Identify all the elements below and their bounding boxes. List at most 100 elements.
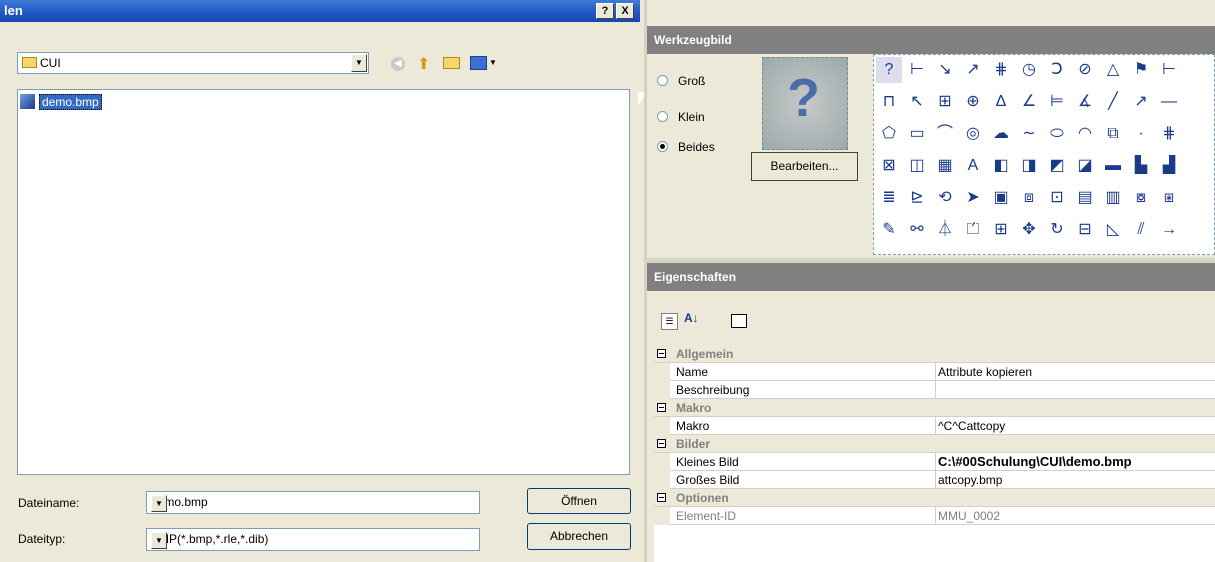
property-row[interactable]: Element-ID MMU_0002 (654, 507, 1215, 525)
arc-length-icon[interactable]: ↗ (960, 57, 986, 83)
dimension-update-icon[interactable]: ⊨ (1044, 89, 1070, 115)
property-value[interactable]: Attribute kopieren (938, 365, 1032, 379)
file-list[interactable]: demo.bmp (17, 89, 630, 475)
point-icon[interactable]: · (1128, 121, 1154, 147)
send-under-icon[interactable]: ◪ (1072, 153, 1098, 179)
sync-attributes-icon[interactable]: ⧇ (1128, 185, 1154, 211)
arc-icon[interactable]: ⌒ (932, 121, 958, 147)
mtext-icon[interactable]: A (960, 153, 986, 179)
linear-dimension-icon[interactable]: ⊢ (904, 57, 930, 83)
collapse-icon[interactable] (657, 493, 666, 502)
gradient-icon[interactable]: ⊠ (876, 153, 902, 179)
define-attribute-icon[interactable]: ⊡ (1044, 185, 1070, 211)
collapse-icon[interactable] (657, 439, 666, 448)
help-button[interactable]: ? (596, 3, 614, 19)
angular-icon[interactable]: △ (1100, 57, 1126, 83)
move-icon[interactable]: ✥ (1016, 217, 1042, 243)
diameter-icon[interactable]: ⊘ (1072, 57, 1098, 83)
leaders-front-icon[interactable]: ▟ (1156, 153, 1182, 179)
categorized-icon[interactable]: ☰ (661, 313, 678, 330)
draw-order-front-icon[interactable]: ◧ (988, 153, 1014, 179)
dimension-style-icon[interactable]: ∡ (1072, 89, 1098, 115)
property-row[interactable]: Großes Bild attcopy.bmp (654, 471, 1215, 489)
view-menu-chevron-icon[interactable]: ▼ (489, 58, 497, 67)
rectangle-icon[interactable]: ▭ (904, 121, 930, 147)
up-folder-icon[interactable]: ⬆ (417, 54, 430, 74)
table-icon[interactable]: ▦ (932, 153, 958, 179)
chevron-down-icon[interactable]: ▼ (151, 532, 167, 549)
insert-block-icon[interactable]: ⧉ (1100, 121, 1126, 147)
baseline-icon[interactable]: ⊢ (1156, 57, 1182, 83)
lookin-combo[interactable]: CUI ▼ (17, 52, 369, 74)
collapse-icon[interactable] (657, 349, 666, 358)
ordinate-icon[interactable]: ⋕ (988, 57, 1014, 83)
icon-grid[interactable]: ? ⊢ ↘ ↗ ⋕ ◷ Ↄ ⊘ △ ⚑ ⊢ ⊓ ↖ ⊞ ⊕ Δ ∠ ⊨ ∡ ╱ … (873, 54, 1215, 255)
category-bilder[interactable]: Bilder (654, 435, 1215, 453)
collapse-icon[interactable] (657, 403, 666, 412)
question-icon[interactable]: ? (876, 57, 902, 83)
polygon-icon[interactable]: ⬠ (876, 121, 902, 147)
dimension-edit-icon[interactable]: Δ (988, 89, 1014, 115)
category-allgemein[interactable]: Allgemein (654, 345, 1215, 363)
radio-small[interactable] (657, 111, 668, 122)
spline-icon[interactable]: ∼ (1016, 121, 1042, 147)
property-value[interactable]: attcopy.bmp (938, 473, 1002, 487)
extract-data-icon[interactable]: ⧆ (1156, 185, 1182, 211)
dims-front-icon[interactable]: ▙ (1128, 153, 1154, 179)
line-icon[interactable]: ╱ (1100, 89, 1126, 115)
property-row[interactable]: Kleines Bild C:\#00Schulung\CUI\demo.bmp (654, 453, 1215, 471)
attribute-manager-icon[interactable]: ▥ (1100, 185, 1126, 211)
layer-previous-icon[interactable]: ➤ (960, 185, 986, 211)
property-value[interactable]: C:\#00Schulung\CUI\demo.bmp (938, 454, 1132, 469)
close-button[interactable]: X (616, 3, 634, 19)
erase-icon[interactable]: ✎ (876, 217, 902, 243)
draw-order-back-icon[interactable]: ◨ (1016, 153, 1042, 179)
open-button[interactable]: Öffnen (527, 488, 631, 514)
quick-dimension-icon[interactable]: ⚑ (1128, 57, 1154, 83)
back-icon[interactable]: ◀ (391, 57, 405, 71)
category-makro[interactable]: Makro (654, 399, 1215, 417)
chevron-down-icon[interactable]: ▼ (151, 495, 167, 512)
ray-icon[interactable]: ↗ (1128, 89, 1154, 115)
scale-icon[interactable]: ⊟ (1072, 217, 1098, 243)
leader-icon[interactable]: ↖ (904, 89, 930, 115)
continue-icon[interactable]: ⊓ (876, 89, 902, 115)
xline-icon[interactable]: — (1156, 89, 1182, 115)
radio-both[interactable] (657, 141, 668, 152)
chevron-down-icon[interactable]: ▼ (351, 54, 367, 72)
mirror-icon[interactable]: ⏃ (932, 217, 958, 243)
aligned-dimension-icon[interactable]: ↘ (932, 57, 958, 83)
circle-icon[interactable]: ◎ (960, 121, 986, 147)
filetype-select[interactable]: BMP(*.bmp,*.rle,*.dib) ▼ (146, 528, 480, 551)
property-row[interactable]: Makro ^C^Cattcopy (654, 417, 1215, 435)
layer-match-icon[interactable]: ⟲ (932, 185, 958, 211)
radio-large[interactable] (657, 75, 668, 86)
layer-icon[interactable]: ≣ (876, 185, 902, 211)
copy-icon[interactable]: ⚯ (904, 217, 930, 243)
ellipse-arc-icon[interactable]: ◠ (1072, 121, 1098, 147)
property-pages-icon[interactable] (731, 314, 747, 328)
region-icon[interactable]: ◫ (904, 153, 930, 179)
write-block-icon[interactable]: ⧈ (1016, 185, 1042, 211)
offset-icon[interactable]: ⏍ (960, 217, 986, 243)
cancel-button[interactable]: Abbrechen (527, 523, 631, 550)
array-icon[interactable]: ⊞ (988, 217, 1014, 243)
dimension-text-edit-icon[interactable]: ∠ (1016, 89, 1042, 115)
view-menu-icon[interactable] (470, 56, 487, 70)
edit-attribute-icon[interactable]: ▤ (1072, 185, 1098, 211)
tolerance-icon[interactable]: ⊞ (932, 89, 958, 115)
text-front-icon[interactable]: ▬ (1100, 153, 1126, 179)
ellipse-icon[interactable]: ⬭ (1044, 121, 1070, 147)
jogged-icon[interactable]: Ↄ (1044, 57, 1070, 83)
stretch-icon[interactable]: ◺ (1100, 217, 1126, 243)
property-value[interactable]: ^C^Cattcopy (938, 419, 1005, 433)
bring-above-icon[interactable]: ◩ (1044, 153, 1070, 179)
extend-icon[interactable]: → (1156, 217, 1182, 243)
rotate-icon[interactable]: ↻ (1044, 217, 1070, 243)
hatch-icon[interactable]: ⋕ (1156, 121, 1182, 147)
radius-icon[interactable]: ◷ (1016, 57, 1042, 83)
layer-states-icon[interactable]: ⊵ (904, 185, 930, 211)
revcloud-icon[interactable]: ☁ (988, 121, 1014, 147)
block-editor-icon[interactable]: ▣ (988, 185, 1014, 211)
trim-icon[interactable]: ⫽ (1128, 217, 1154, 243)
